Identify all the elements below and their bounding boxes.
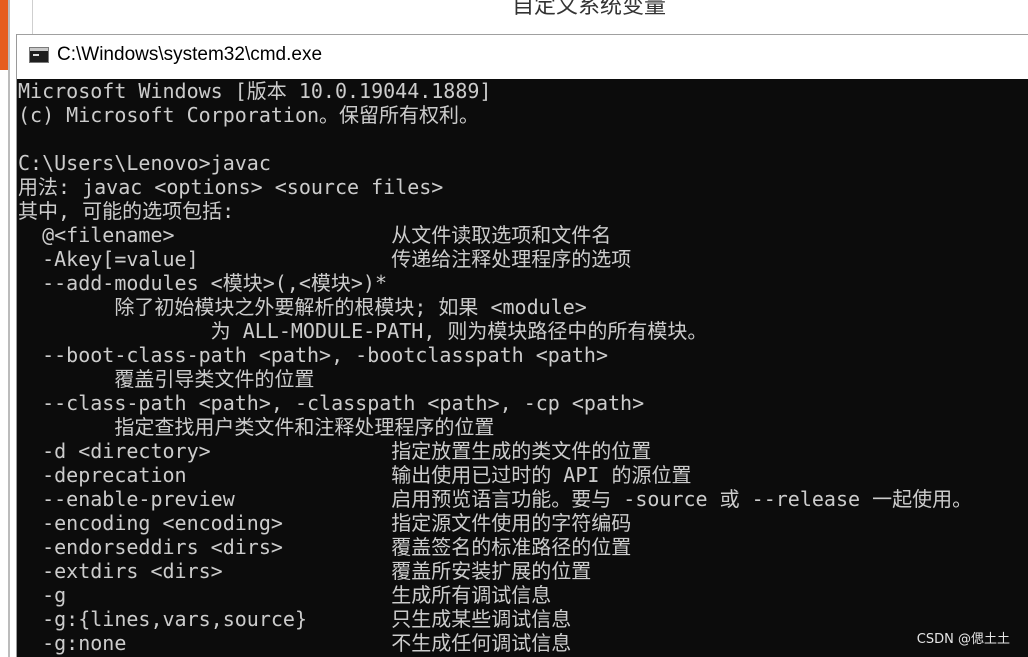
cmd-window[interactable]: C:\Windows\system32\cmd.exe Microsoft Wi… [16, 34, 1028, 657]
console-line: --enable-preview 启用预览语言功能。要与 -source 或 -… [18, 487, 973, 511]
background-window: 自定义系统变量 [0, 0, 1028, 34]
console-line: (c) Microsoft Corporation。保留所有权利。 [18, 103, 480, 127]
console-line: -encoding <encoding> 指定源文件使用的字符编码 [18, 511, 632, 535]
console-line: -g:none 不生成任何调试信息 [18, 631, 572, 655]
console-line: 除了初始模块之外要解析的根模块; 如果 <module> [18, 295, 587, 319]
console-line: --add-modules <模块>(,<模块>)* [18, 271, 387, 295]
console-line: --boot-class-path <path>, -bootclasspath… [18, 343, 609, 367]
console-line: -d <directory> 指定放置生成的类文件的位置 [18, 439, 652, 463]
console-line: -g:{lines,vars,source} 只生成某些调试信息 [18, 607, 572, 631]
title-bar[interactable]: C:\Windows\system32\cmd.exe [17, 34, 1028, 80]
background-window-border [8, 0, 10, 657]
console-line: Microsoft Windows [版本 10.0.19044.1889] [18, 79, 492, 103]
console-line: -endorseddirs <dirs> 覆盖签名的标准路径的位置 [18, 535, 632, 559]
background-window-title: 自定义系统变量 [512, 0, 667, 19]
window-title: C:\Windows\system32\cmd.exe [57, 44, 323, 65]
console-line: -deprecation 输出使用已过时的 API 的源位置 [18, 463, 692, 487]
console-line: C:\Users\Lenovo>javac [18, 151, 271, 175]
console-line: 指定查找用户类文件和注释处理程序的位置 [18, 415, 495, 439]
background-app-edge [0, 0, 8, 70]
console-line: -Akey[=value] 传递给注释处理程序的选项 [18, 247, 632, 271]
console-line: 用法: javac <options> <source files> [18, 175, 444, 199]
console-line: 覆盖引导类文件的位置 [18, 367, 315, 391]
console-line: -extdirs <dirs> 覆盖所安装扩展的位置 [18, 559, 592, 583]
cmd-icon[interactable] [29, 47, 49, 63]
watermark: CSDN @偲土土 [916, 632, 1010, 647]
console-line: --class-path <path>, -classpath <path>, … [18, 391, 645, 415]
background-window-frame [32, 0, 33, 34]
console-output[interactable]: Microsoft Windows [版本 10.0.19044.1889] (… [17, 79, 1028, 657]
console-line: 为 ALL-MODULE-PATH, 则为模块路径中的所有模块。 [18, 319, 708, 343]
console-line: -g 生成所有调试信息 [18, 583, 552, 607]
console-line: @<filename> 从文件读取选项和文件名 [18, 223, 612, 247]
console-line: 其中, 可能的选项包括: [18, 199, 235, 223]
